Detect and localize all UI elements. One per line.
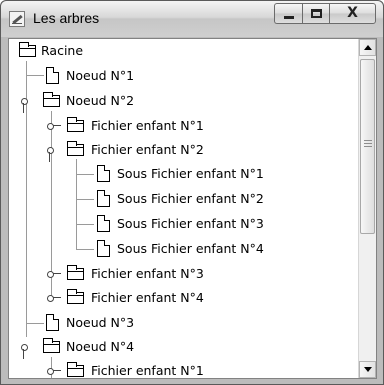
tree-node[interactable]: Sous Fichier enfant N°4 xyxy=(9,237,358,261)
expand-toggle-icon[interactable] xyxy=(47,294,61,302)
tree-node-label: Noeud N°4 xyxy=(66,339,135,354)
tree-node-label: Fichier enfant N°3 xyxy=(91,266,204,281)
close-button[interactable]: X xyxy=(329,3,376,24)
file-icon xyxy=(97,240,110,257)
arrow-up-icon xyxy=(364,45,372,50)
grip-icon xyxy=(364,146,372,147)
title-bar[interactable]: Les arbres X xyxy=(1,1,383,37)
vertical-scrollbar[interactable] xyxy=(358,39,376,378)
tree-panel: Racine Noeud N°1 Noeud N°2 Fichier enfan… xyxy=(8,38,377,379)
expand-toggle-icon[interactable] xyxy=(21,97,35,113)
tree-node[interactable]: Sous Fichier enfant N°2 xyxy=(9,187,358,211)
file-icon xyxy=(46,314,59,331)
maximize-button[interactable] xyxy=(302,3,329,24)
folder-icon xyxy=(43,338,60,353)
scroll-down-button[interactable] xyxy=(359,361,376,378)
expand-toggle-icon[interactable] xyxy=(47,367,61,375)
tree-node-label: Noeud N°3 xyxy=(66,315,135,330)
tree-node-label: Racine xyxy=(41,43,84,58)
expand-toggle-icon[interactable] xyxy=(47,146,61,162)
scroll-up-button[interactable] xyxy=(359,39,376,56)
expand-toggle-icon[interactable] xyxy=(47,270,61,278)
file-icon xyxy=(97,215,110,232)
scrollbar-thumb[interactable] xyxy=(360,59,375,234)
tree-node[interactable]: Noeud N°1 xyxy=(9,64,358,88)
tree-node[interactable]: Noeud N°3 xyxy=(9,311,358,335)
tree-node-root[interactable]: Racine xyxy=(9,39,358,63)
maximize-icon xyxy=(311,9,322,18)
window: Les arbres X Racine Noeud N°1 Noeud N°2 … xyxy=(0,0,384,385)
tree-node[interactable]: Fichier enfant N°2 xyxy=(9,138,358,162)
folder-icon xyxy=(67,265,84,280)
tree-node-label: Fichier enfant N°1 xyxy=(91,118,204,133)
tree-node[interactable]: Sous Fichier enfant N°1 xyxy=(9,162,358,186)
tree-node-label: Fichier enfant N°2 xyxy=(91,142,204,157)
arrow-down-icon xyxy=(364,367,372,372)
grip-icon xyxy=(364,140,372,141)
folder-icon xyxy=(67,289,84,304)
tree-node-label: Noeud N°2 xyxy=(66,93,135,108)
minimize-button[interactable] xyxy=(274,3,302,24)
folder-icon xyxy=(43,92,60,107)
tree-node[interactable]: Sous Fichier enfant N°3 xyxy=(9,212,358,236)
tree-node-label: Fichier enfant N°1 xyxy=(91,363,204,378)
expand-toggle-icon[interactable] xyxy=(21,343,35,359)
tree-node-label: Noeud N°1 xyxy=(66,68,135,83)
folder-icon xyxy=(67,117,84,132)
tree-node[interactable]: Fichier enfant N°1 xyxy=(9,359,358,378)
tree-node[interactable]: Fichier enfant N°4 xyxy=(9,286,358,310)
window-title: Les arbres xyxy=(33,10,100,26)
tree-node-label: Sous Fichier enfant N°3 xyxy=(117,216,264,231)
folder-icon xyxy=(19,42,36,57)
tree-node[interactable]: Noeud N°2 xyxy=(9,89,358,113)
tree-node-label: Sous Fichier enfant N°4 xyxy=(117,241,264,256)
tree-view[interactable]: Racine Noeud N°1 Noeud N°2 Fichier enfan… xyxy=(9,39,358,378)
app-icon[interactable] xyxy=(9,11,25,27)
tree-node[interactable]: Fichier enfant N°3 xyxy=(9,262,358,286)
tree-node-label: Sous Fichier enfant N°2 xyxy=(117,191,264,206)
folder-icon xyxy=(67,362,84,377)
file-icon xyxy=(46,67,59,84)
expand-toggle-icon[interactable] xyxy=(47,122,61,130)
grip-icon xyxy=(364,143,372,144)
tree-node[interactable]: Noeud N°4 xyxy=(9,335,358,359)
folder-icon xyxy=(67,141,84,156)
tree-node-label: Sous Fichier enfant N°1 xyxy=(117,166,264,181)
window-controls: X xyxy=(274,3,376,24)
close-icon: X xyxy=(347,5,358,21)
tree-node[interactable]: Fichier enfant N°1 xyxy=(9,114,358,138)
file-icon xyxy=(97,165,110,182)
tree-node-label: Fichier enfant N°4 xyxy=(91,290,204,305)
minimize-icon xyxy=(284,16,294,19)
file-icon xyxy=(97,190,110,207)
